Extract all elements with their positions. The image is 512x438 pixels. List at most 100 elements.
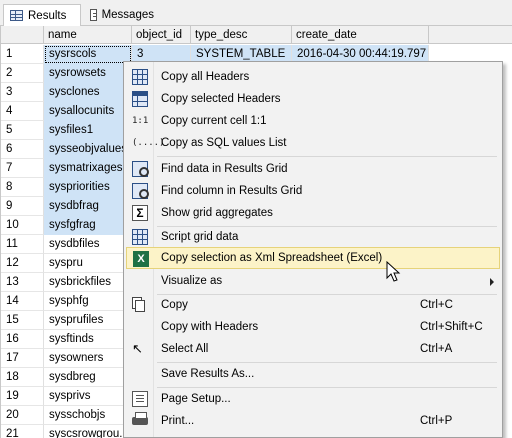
name-cell[interactable]: sysftinds bbox=[44, 330, 132, 349]
tab-results[interactable]: Results bbox=[3, 4, 81, 27]
name-cell[interactable]: sysdbfiles bbox=[44, 235, 132, 254]
menu-label: Copy bbox=[161, 299, 188, 311]
tab-messages[interactable]: Messages bbox=[84, 4, 160, 26]
row-number-cell[interactable]: 9 bbox=[1, 197, 44, 216]
menu-label: Copy selection as Xml Spreadsheet (Excel… bbox=[161, 252, 383, 264]
copy-icon bbox=[135, 300, 145, 312]
menu-copy-all-headers[interactable]: Copy all Headers bbox=[126, 66, 500, 88]
menu-separator bbox=[157, 156, 497, 157]
menu-shortcut: Ctrl+C bbox=[420, 299, 453, 311]
name-cell[interactable]: sysseobjvalues bbox=[44, 140, 132, 159]
menu-label: Copy all Headers bbox=[161, 71, 250, 83]
menu-visualize-as[interactable]: Visualize as bbox=[126, 270, 500, 292]
row-number-cell[interactable]: 13 bbox=[1, 273, 44, 292]
menu-copy-current-cell[interactable]: 1:1 Copy current cell 1:1 bbox=[126, 110, 500, 132]
name-cell[interactable]: sysrscols bbox=[44, 45, 132, 64]
tab-results-label: Results bbox=[28, 9, 67, 22]
select-all-icon: ↖ bbox=[132, 341, 143, 356]
script-grid-icon bbox=[132, 229, 148, 245]
menu-page-setup[interactable]: Page Setup... bbox=[126, 388, 500, 410]
row-number-cell[interactable]: 2 bbox=[1, 64, 44, 83]
row-number-cell[interactable]: 21 bbox=[1, 425, 44, 438]
menu-copy-selected-headers[interactable]: Copy selected Headers bbox=[126, 88, 500, 110]
menu-copy-with-headers[interactable]: Copy with Headers Ctrl+Shift+C bbox=[126, 316, 500, 338]
name-cell[interactable]: syspru bbox=[44, 254, 132, 273]
header-corner[interactable] bbox=[1, 26, 44, 44]
name-cell[interactable]: sysmatrixages bbox=[44, 159, 132, 178]
menu-copy[interactable]: Copy Ctrl+C bbox=[126, 294, 500, 316]
grid-header: name object_id type_desc create_date bbox=[1, 26, 512, 44]
menu-label: Show grid aggregates bbox=[161, 207, 273, 219]
menu-label: Script grid data bbox=[161, 231, 239, 243]
find-data-icon bbox=[132, 161, 149, 177]
menu-script-grid-data[interactable]: Script grid data bbox=[126, 226, 500, 248]
copy-cell-icon: 1:1 bbox=[132, 116, 149, 126]
name-cell[interactable]: sysdbreg bbox=[44, 368, 132, 387]
sql-values-icon: (....) bbox=[132, 138, 165, 148]
row-number-cell[interactable]: 19 bbox=[1, 387, 44, 406]
messages-icon bbox=[90, 9, 97, 21]
header-type-desc[interactable]: type_desc bbox=[191, 26, 292, 44]
results-grid-icon bbox=[10, 10, 23, 21]
menu-label: Copy current cell 1:1 bbox=[161, 115, 267, 127]
menu-print[interactable]: Print... Ctrl+P bbox=[126, 410, 500, 432]
name-cell[interactable]: sysclones bbox=[44, 83, 132, 102]
tab-messages-label: Messages bbox=[101, 9, 154, 21]
row-number-cell[interactable]: 14 bbox=[1, 292, 44, 311]
menu-shortcut: Ctrl+Shift+C bbox=[420, 321, 483, 333]
row-number-cell[interactable]: 11 bbox=[1, 235, 44, 254]
name-cell[interactable]: sysdbfrag bbox=[44, 197, 132, 216]
name-cell[interactable]: sysfgfrag bbox=[44, 216, 132, 235]
name-cell[interactable]: sysprufiles bbox=[44, 311, 132, 330]
menu-copy-sql-values[interactable]: (....) Copy as SQL values List bbox=[126, 132, 500, 154]
sigma-icon: Σ bbox=[132, 205, 148, 221]
grid-context-menu: Copy all Headers Copy selected Headers 1… bbox=[123, 61, 503, 438]
menu-copy-xml-spreadsheet[interactable]: X Copy selection as Xml Spreadsheet (Exc… bbox=[126, 247, 500, 269]
name-cell[interactable]: sysowners bbox=[44, 349, 132, 368]
menu-find-column[interactable]: Find column in Results Grid bbox=[126, 180, 500, 202]
menu-find-data[interactable]: Find data in Results Grid bbox=[126, 158, 500, 180]
menu-label: Copy selected Headers bbox=[161, 93, 281, 105]
menu-label: Save Results As... bbox=[161, 368, 255, 380]
menu-save-results-as[interactable]: Save Results As... bbox=[126, 363, 500, 385]
excel-icon: X bbox=[133, 251, 149, 267]
name-cell[interactable]: sysfiles1 bbox=[44, 121, 132, 140]
menu-label: Select All bbox=[161, 343, 209, 355]
menu-label: Copy as SQL values List bbox=[161, 137, 287, 149]
menu-label: Visualize as bbox=[161, 275, 223, 287]
row-number-cell[interactable]: 10 bbox=[1, 216, 44, 235]
name-cell[interactable]: sysrowsets bbox=[44, 64, 132, 83]
menu-show-aggregates[interactable]: Σ Show grid aggregates bbox=[126, 202, 500, 224]
name-cell[interactable]: sysschobjs bbox=[44, 406, 132, 425]
name-cell[interactable]: sysbrickfiles bbox=[44, 273, 132, 292]
results-tabstrip: Results Messages bbox=[0, 0, 512, 27]
row-number-cell[interactable]: 3 bbox=[1, 83, 44, 102]
menu-label: Find data in Results Grid bbox=[161, 163, 288, 175]
row-number-cell[interactable]: 15 bbox=[1, 311, 44, 330]
mouse-pointer-icon bbox=[386, 261, 401, 282]
name-cell[interactable]: syspriorities bbox=[44, 178, 132, 197]
row-number-cell[interactable]: 17 bbox=[1, 349, 44, 368]
row-number-cell[interactable]: 20 bbox=[1, 406, 44, 425]
row-number-cell[interactable]: 1 bbox=[1, 45, 44, 64]
name-cell[interactable]: sysallocunits bbox=[44, 102, 132, 121]
row-number-cell[interactable]: 6 bbox=[1, 140, 44, 159]
name-cell[interactable]: sysphfg bbox=[44, 292, 132, 311]
name-cell[interactable]: sysprivs bbox=[44, 387, 132, 406]
header-name[interactable]: name bbox=[44, 26, 132, 44]
menu-select-all[interactable]: ↖ Select All Ctrl+A bbox=[126, 338, 500, 360]
header-create-date[interactable]: create_date bbox=[292, 26, 429, 44]
name-cell[interactable]: syscsrowgrou... bbox=[44, 425, 132, 438]
row-number-cell[interactable]: 8 bbox=[1, 178, 44, 197]
row-number-cell[interactable]: 16 bbox=[1, 330, 44, 349]
row-number-cell[interactable]: 4 bbox=[1, 102, 44, 121]
copy-selected-headers-icon bbox=[132, 91, 148, 107]
header-object-id[interactable]: object_id bbox=[132, 26, 191, 44]
copy-all-headers-icon bbox=[132, 69, 148, 85]
submenu-arrow-icon bbox=[490, 278, 494, 286]
row-number-cell[interactable]: 5 bbox=[1, 121, 44, 140]
row-number-cell[interactable]: 12 bbox=[1, 254, 44, 273]
menu-shortcut: Ctrl+P bbox=[420, 415, 453, 427]
row-number-cell[interactable]: 18 bbox=[1, 368, 44, 387]
row-number-cell[interactable]: 7 bbox=[1, 159, 44, 178]
